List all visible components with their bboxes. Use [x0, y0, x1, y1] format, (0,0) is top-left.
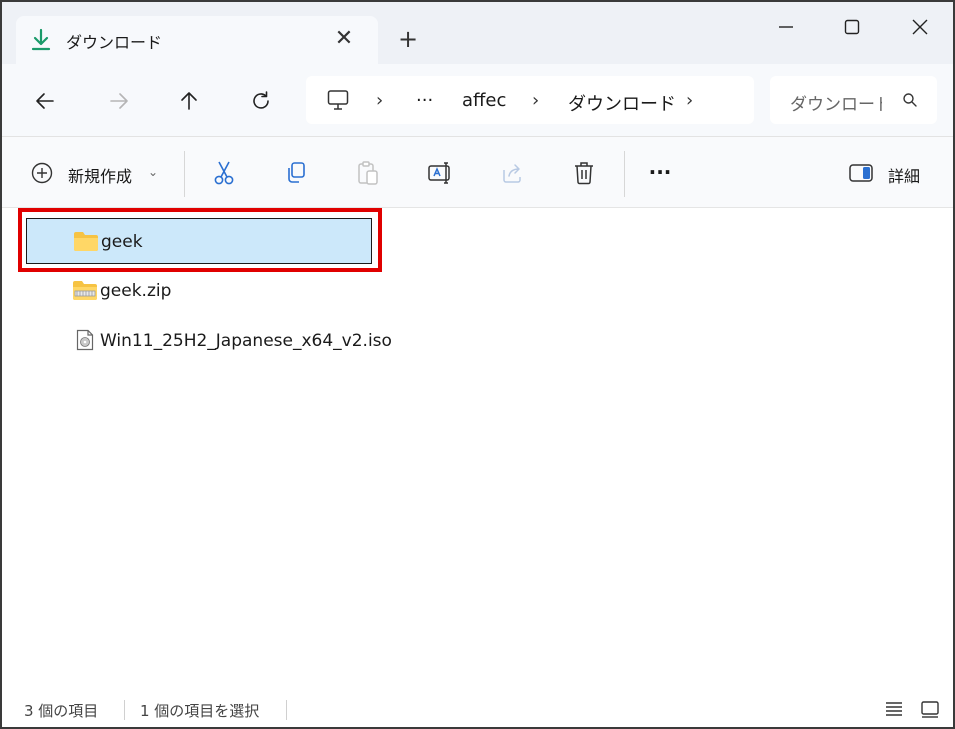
list-view-icon — [886, 702, 902, 716]
chevron-right-icon: › — [686, 90, 694, 111]
details-pane-icon — [849, 164, 873, 182]
up-button[interactable] — [174, 86, 204, 116]
forward-button[interactable] — [104, 86, 134, 116]
search-input[interactable]: ダウンロード の検索 — [790, 90, 882, 115]
details-view-button[interactable] — [884, 700, 908, 722]
zip-folder-icon — [73, 281, 97, 300]
new-button[interactable]: 新規作成 ⌄ — [30, 159, 164, 187]
minimize-icon — [779, 26, 793, 28]
minimize-button[interactable] — [766, 10, 806, 44]
arrow-up-icon — [181, 92, 197, 110]
delete-button[interactable] — [570, 159, 598, 187]
copy-icon — [288, 162, 305, 183]
breadcrumb-downloads[interactable]: ダウンロード — [568, 90, 676, 116]
breadcrumb-overflow[interactable]: ··· — [416, 90, 433, 111]
rename-button[interactable] — [426, 159, 454, 187]
details-label: 詳細 — [888, 167, 921, 186]
close-icon — [912, 19, 928, 35]
copy-button[interactable] — [282, 159, 310, 187]
status-divider — [124, 700, 125, 720]
chevron-right-icon: › — [376, 90, 384, 111]
download-icon — [31, 28, 51, 51]
share-icon — [503, 164, 521, 183]
new-tab-button[interactable]: + — [396, 27, 420, 51]
arrow-left-icon — [36, 93, 54, 109]
cut-button[interactable] — [210, 159, 238, 187]
new-button-label: 新規作成 — [68, 167, 133, 186]
tab-downloads[interactable]: ダウンロード ✕ — [16, 16, 378, 64]
title-bar: ダウンロード ✕ + — [2, 2, 953, 64]
add-circle-icon — [31, 162, 53, 184]
search-box[interactable]: ダウンロード の検索 — [770, 76, 937, 124]
file-row-iso[interactable]: Win11_25H2_Japanese_x64_v2.iso — [26, 318, 392, 364]
paste-icon — [358, 161, 378, 185]
tiles-view-button[interactable] — [920, 700, 944, 722]
more-options-button[interactable]: ··· — [646, 159, 674, 187]
file-list: geek geek.zip Win11_25H2_Japanese_x64_v2… — [2, 208, 953, 686]
details-button[interactable]: 詳細 — [848, 159, 928, 187]
chevron-right-icon: › — [532, 90, 540, 111]
toolbar-divider — [184, 151, 185, 197]
status-divider — [286, 700, 287, 720]
tab-close-icon[interactable]: ✕ — [332, 27, 356, 51]
maximize-button[interactable] — [832, 10, 872, 44]
file-name: Win11_25H2_Japanese_x64_v2.iso — [100, 331, 392, 351]
file-explorer-window: ダウンロード ✕ + › ··· affec › ダウンロード › ダウンロード… — [0, 0, 955, 729]
preview-view-icon — [921, 701, 939, 718]
chevron-down-icon: ⌄ — [148, 165, 159, 179]
trash-icon — [575, 162, 593, 185]
refresh-icon — [253, 91, 269, 109]
tab-title: ダウンロード — [66, 33, 163, 52]
address-bar[interactable]: › ··· affec › ダウンロード › — [306, 76, 754, 124]
paste-button[interactable] — [354, 159, 382, 187]
disc-image-file-icon — [76, 329, 94, 351]
file-name: geek.zip — [100, 281, 172, 301]
toolbar-divider — [624, 151, 625, 197]
close-button[interactable] — [900, 10, 940, 44]
arrow-right-icon — [110, 93, 128, 109]
breadcrumb-affec[interactable]: affec — [462, 90, 506, 111]
share-button[interactable] — [498, 159, 526, 187]
annotation-highlight — [18, 208, 382, 272]
file-row-zip[interactable]: geek.zip — [26, 268, 372, 314]
computer-icon — [327, 90, 349, 110]
command-bar: 新規作成 ⌄ ··· 詳細 — [2, 137, 953, 207]
item-count: 3 個の項目 — [24, 702, 99, 720]
selection-count: 1 個の項目を選択 — [140, 702, 260, 720]
maximize-icon — [844, 19, 860, 35]
navigation-bar: › ··· affec › ダウンロード › ダウンロード の検索 — [2, 64, 953, 136]
refresh-button[interactable] — [246, 86, 276, 116]
back-button[interactable] — [30, 86, 60, 116]
rename-icon — [428, 162, 450, 184]
status-bar: 3 個の項目 1 個の項目を選択 — [2, 686, 953, 727]
cut-icon — [214, 161, 234, 185]
search-icon — [903, 93, 917, 107]
